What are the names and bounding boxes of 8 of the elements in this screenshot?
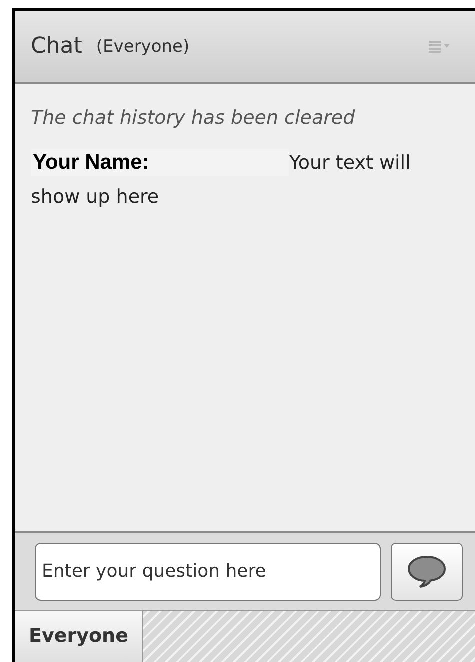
send-button[interactable] [391,542,463,600]
chat-message: Your Name: Your text will show up here [31,148,412,210]
panel-title: Chat [31,33,82,61]
audience-label: (Everyone) [96,36,190,59]
tab[interactable]: Everyone [15,611,144,662]
question-field[interactable]: Enter your question here [35,542,381,600]
system-message: The chat history has been cleared [31,106,356,130]
speech-bubble-icon [407,554,447,588]
